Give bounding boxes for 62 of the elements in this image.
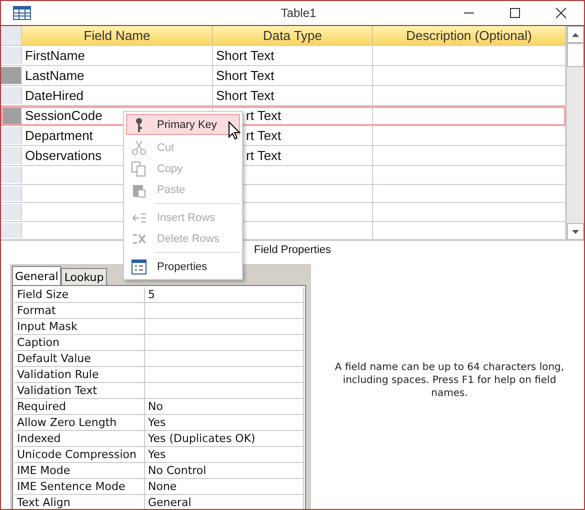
column-header[interactable]: Description (Optional) [373, 26, 566, 45]
column-header[interactable]: Field Name [22, 26, 213, 45]
row-selector[interactable] [1, 186, 22, 201]
scroll-thumb[interactable] [567, 43, 584, 67]
property-label: Validation Text [14, 383, 145, 398]
property-value[interactable]: Yes [145, 447, 304, 462]
property-value[interactable]: Yes (Duplicates OK) [145, 431, 304, 446]
scissors-icon [131, 140, 147, 156]
copy-icon [131, 160, 147, 176]
property-label: Unicode Compression [14, 447, 145, 462]
data-type-cell[interactable]: Short Text [213, 86, 373, 105]
property-value[interactable]: General [145, 495, 304, 509]
field-name-cell[interactable]: FirstName [22, 46, 213, 65]
row-selector[interactable] [1, 127, 22, 144]
select-all-corner[interactable] [1, 26, 22, 45]
property-label: IME Mode [14, 463, 145, 478]
menu-item[interactable]: Properties [126, 256, 240, 277]
maximize-icon [509, 7, 521, 19]
property-value[interactable]: No [145, 399, 304, 414]
property-label: Field Size [14, 287, 145, 302]
window-title: Table1 [280, 6, 318, 20]
property-value[interactable]: None [145, 479, 304, 494]
field-name-cell[interactable]: DateHired [22, 86, 213, 105]
row-selector[interactable] [1, 167, 22, 182]
table-icon [13, 6, 31, 20]
field-row[interactable]: LastName Short Text [1, 66, 566, 86]
scroll-down-icon [572, 230, 579, 234]
property-label: Text Align [14, 495, 145, 509]
property-label: Default Value [14, 351, 145, 366]
row-selector[interactable] [1, 67, 22, 84]
row-selector[interactable] [1, 204, 22, 220]
property-label: Indexed [14, 431, 145, 446]
menu-item[interactable]: Primary Key [126, 114, 240, 135]
property-value[interactable]: 5 [145, 287, 304, 302]
row-selector[interactable] [1, 147, 22, 164]
property-label: Required [14, 399, 145, 414]
row-selector[interactable] [1, 222, 22, 238]
property-value[interactable]: No Control [145, 463, 304, 478]
tab[interactable]: Lookup [61, 268, 107, 285]
help-text: A field name can be up to 64 characters long, including spaces. Press F1 for help on field names. [334, 361, 566, 400]
property-label: IME Sentence Mode [14, 479, 145, 494]
property-label: Input Mask [14, 319, 145, 334]
field-row[interactable]: DateHired Short Text [1, 86, 566, 106]
column-header[interactable]: Data Type [213, 26, 373, 45]
vertical-scrollbar[interactable] [566, 26, 584, 240]
row-selector[interactable] [1, 47, 22, 64]
property-label: Allow Zero Length [14, 415, 145, 430]
close-icon [555, 7, 567, 19]
data-type-cell[interactable]: Short Text [213, 66, 373, 85]
row-selector[interactable] [1, 107, 22, 124]
tab[interactable]: General [12, 266, 62, 285]
field-name-cell[interactable]: LastName [22, 66, 213, 85]
property-label: Validation Rule [14, 367, 145, 382]
properties-icon [131, 258, 147, 274]
field-row[interactable]: FirstName Short Text [1, 46, 566, 66]
property-label: Caption [14, 335, 145, 350]
property-label: Format [14, 303, 145, 318]
row-selector[interactable] [1, 87, 22, 104]
property-value[interactable]: Yes [145, 415, 304, 430]
section-title: Field Properties [254, 244, 332, 256]
scroll-up-icon [572, 32, 579, 36]
data-type-cell[interactable]: Short Text [213, 46, 373, 65]
